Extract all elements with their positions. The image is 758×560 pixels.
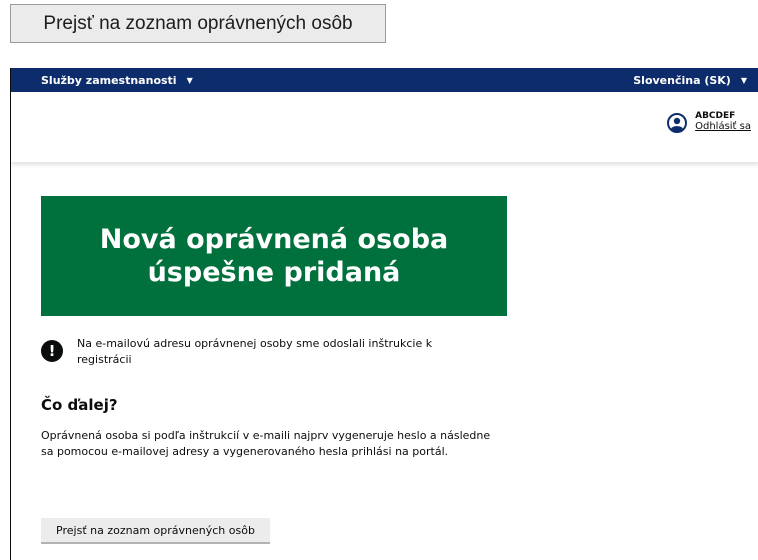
language-label: Slovenčina (SK): [633, 73, 731, 87]
top-navigation-bar: Služby zamestnanosti ▼ Slovenčina (SK) ▼: [11, 68, 758, 92]
registration-notice: ! Na e-mailovú adresu oprávnenej osoby s…: [41, 336, 481, 368]
success-banner: Nová oprávnená osoba úspešne pridaná: [41, 196, 507, 316]
banner-title-line1: Nová oprávnená osoba: [99, 224, 449, 255]
services-menu[interactable]: Služby zamestnanosti ▼: [41, 74, 193, 87]
go-to-authorized-persons-button-zoomed[interactable]: Prejsť na zoznam oprávnených osôb: [10, 4, 386, 43]
notice-text: Na e-mailovú adresu oprávnenej osoby sme…: [77, 337, 433, 366]
language-selector[interactable]: Slovenčina (SK) ▼: [633, 74, 747, 87]
next-steps-text: Oprávnená osoba si podľa inštrukcií v e-…: [41, 429, 491, 458]
caret-down-icon: ▼: [740, 75, 747, 85]
page-frame: Služby zamestnanosti ▼ Slovenčina (SK) ▼…: [10, 68, 758, 560]
next-steps-heading: Čo ďalej?: [41, 396, 118, 414]
user-circle-icon: [667, 113, 688, 133]
page-header: ABCDEF Odhlásiť sa: [11, 92, 758, 162]
caret-down-icon: ▼: [186, 75, 193, 85]
services-menu-label: Služby zamestnanosti: [41, 73, 177, 87]
logout-link[interactable]: Odhlásiť sa: [695, 121, 751, 132]
user-area: ABCDEF Odhlásiť sa: [667, 111, 751, 133]
user-info: ABCDEF Odhlásiť sa: [695, 111, 751, 132]
banner-title-line2: úspešne pridaná: [147, 257, 401, 288]
go-to-authorized-persons-button[interactable]: Prejsť na zoznam oprávnených osôb: [41, 518, 270, 544]
user-name: ABCDEF: [695, 111, 736, 121]
exclamation-icon: !: [41, 340, 63, 362]
